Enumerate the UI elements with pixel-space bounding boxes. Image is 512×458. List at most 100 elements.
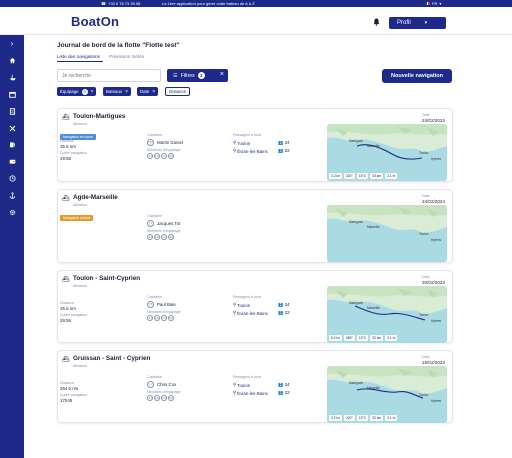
avatar[interactable]: JM [147, 234, 153, 240]
document-icon[interactable] [6, 106, 18, 118]
navigation-title: Toulon-Martigues [73, 113, 126, 120]
captain-label: Capitaine [147, 375, 163, 379]
boat-name: Albatros [73, 203, 87, 207]
captain-name[interactable]: Chris Cox [157, 382, 176, 387]
close-icon[interactable]: × [125, 89, 128, 95]
search-input[interactable] [57, 69, 161, 82]
crew-avatars: JM KD LB MD [147, 234, 174, 240]
anchor-icon[interactable] [6, 190, 18, 202]
port-link[interactable]: ⚲ Toulon [233, 302, 250, 308]
new-navigation-button[interactable]: Nouvelle navigation [382, 69, 452, 83]
port-name: Évian-les-Bains [237, 310, 268, 316]
profile-button[interactable]: Profil ▾ [389, 17, 446, 29]
filter-icon: ☰ [173, 72, 178, 79]
chip-label: Distance [169, 89, 187, 94]
tools-icon[interactable] [6, 123, 18, 135]
chevron-down-icon: ▾ [439, 1, 442, 6]
navigation-card[interactable]: ⛴ Toulon-Martigues Albatros Navigation en c… [57, 108, 453, 182]
close-icon[interactable]: × [220, 71, 224, 78]
crew-avatars: JM KD LB MD [147, 153, 174, 159]
crew-label: Membres d'équipage [147, 148, 181, 152]
phone-icon: ☎ [101, 1, 106, 6]
boat-icon[interactable] [6, 72, 18, 84]
avatar[interactable]: LB [161, 153, 167, 159]
settings-icon[interactable] [6, 207, 18, 219]
filter-chip-date[interactable]: Date × [137, 87, 159, 96]
avatar[interactable]: MD [168, 395, 174, 401]
avatar[interactable]: KD [154, 153, 160, 159]
filter-chip-crew[interactable]: Équipage 3 × [57, 87, 97, 96]
avatar: MD [147, 139, 154, 146]
avatar[interactable]: MD [168, 315, 174, 321]
avatar[interactable]: LB [161, 234, 167, 240]
boaton-logo[interactable]: BoatOn [71, 14, 119, 29]
avatar[interactable]: JM [147, 153, 153, 159]
navigation-card[interactable]: ⛴ Gruissan - Saint - Cyprien Albatros Dista… [57, 350, 453, 423]
language-selector[interactable]: FR ▾ [425, 1, 441, 6]
stat-chip: 33 km [370, 415, 384, 421]
captain-name[interactable]: Paul Bale [157, 302, 176, 307]
duration-value: 29:55 [60, 156, 71, 161]
duration-value: 29:55 [60, 318, 71, 323]
avatar[interactable]: LB [161, 315, 167, 321]
avatar: CC [147, 381, 154, 388]
avatar[interactable]: KD [154, 315, 160, 321]
port-link[interactable]: ⚲ Évian-les-Bains [233, 390, 268, 396]
avatar[interactable]: JM [147, 395, 153, 401]
route-map[interactable]: Martigues Marseille Toulon Hyères 6.2 kn 589°… [327, 286, 447, 343]
calendar-icon[interactable] [6, 89, 18, 101]
port-link[interactable]: ⚲ Toulon [233, 382, 250, 388]
status-badge: Navigation prévue [60, 215, 94, 221]
captain-name[interactable]: Jacques Tot [157, 221, 180, 226]
close-icon[interactable]: × [91, 89, 94, 95]
date-label: Date [422, 194, 430, 198]
route-map[interactable]: Martigues Marseille Toulon Hyères 3.2 kn 320°… [327, 366, 447, 423]
boat-icon: ⛴ [62, 115, 70, 121]
chevron-right-icon[interactable]: › [6, 38, 18, 50]
port-link[interactable]: ⚲ Évian-les-Bains [233, 148, 268, 154]
crew-label: Membres d'équipage [147, 310, 181, 314]
clock-icon[interactable] [6, 173, 18, 185]
captain-name[interactable]: Martin Daniel [157, 140, 183, 145]
weather-stats: 3.2 kn 320° 15°C 33 km 3.1 m [329, 173, 398, 179]
avatar[interactable]: MD [168, 153, 174, 159]
avatar[interactable]: LB [161, 395, 167, 401]
map-label: Toulon [419, 151, 429, 155]
route-map[interactable]: Martigues Marseille Toulon Hyères [327, 205, 447, 262]
passengers-label: Passagers à bord [233, 375, 262, 379]
tab-navigation-list[interactable]: Liste des navigations [57, 54, 100, 59]
stat-chip: 33 km [370, 173, 384, 179]
passenger-count-value: 24 [284, 302, 290, 307]
map-label: Toulon [419, 232, 429, 236]
route-map[interactable]: Martigues Marseille Toulon Hyères 3.2 kn 320°… [327, 124, 447, 181]
bell-icon[interactable] [373, 18, 380, 28]
avatar[interactable]: KD [154, 395, 160, 401]
people-icon: 👥 [278, 382, 284, 387]
passenger-count: 👥 22 [278, 148, 290, 154]
crew-label: Membres d'équipage [147, 390, 181, 394]
people-icon: 👥 [278, 390, 284, 395]
filters-count-badge: 2 [197, 72, 205, 79]
close-icon[interactable]: × [152, 89, 155, 95]
port-link[interactable]: ⚲ Toulon [233, 140, 250, 146]
phone-contact[interactable]: ☎ +33 6 78 73 39 98 [101, 1, 140, 6]
filter-chip-boats[interactable]: Bateaux × [103, 87, 132, 96]
avatar[interactable]: JM [147, 315, 153, 321]
captain-label: Capitaine [147, 133, 163, 137]
wallet-icon[interactable] [6, 156, 18, 168]
avatar[interactable]: KD [154, 234, 160, 240]
tab-weather-forecast[interactable]: Prévisions météo [109, 54, 144, 59]
filter-chip-distance[interactable]: Distance [165, 87, 191, 96]
navigation-card[interactable]: ⛴ Agde-Marseille Albatros Navigation prévue… [57, 189, 453, 263]
filters-label: Filtres [180, 72, 195, 79]
home-icon[interactable] [6, 55, 18, 67]
passengers-label: Passagers à bord [233, 295, 262, 299]
port-link[interactable]: ⚲ Évian-les-Bains [233, 310, 268, 316]
fuel-icon[interactable] [6, 139, 18, 151]
stat-chip: 15°C [356, 415, 369, 421]
filters-button[interactable]: ☰ Filtres 2 × [167, 69, 228, 82]
stat-chip: 3.1 m [385, 173, 398, 179]
map-label: Marseille [367, 386, 380, 390]
avatar[interactable]: MD [168, 234, 174, 240]
navigation-card[interactable]: ⛴ Toulon - Saint-Cyprien Albatros Distance 2… [57, 270, 453, 343]
